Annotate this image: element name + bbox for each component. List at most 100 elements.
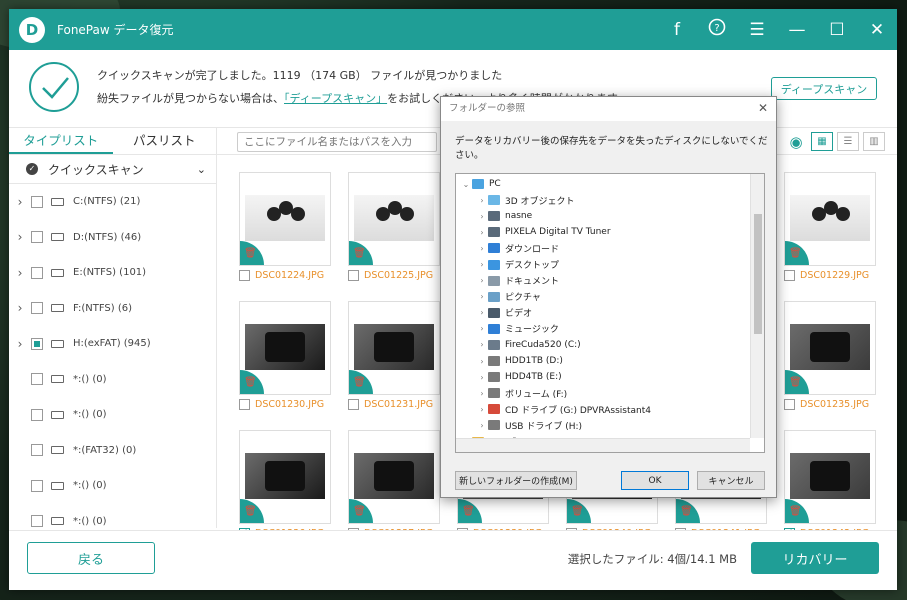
trash-icon[interactable]: 🗑: [458, 499, 482, 523]
drive-checkbox[interactable]: [31, 373, 43, 386]
file-card[interactable]: 🗑✓DSC01236.JPG: [239, 430, 331, 530]
trash-icon[interactable]: 🗑: [785, 370, 809, 394]
maximize-icon[interactable]: ☐: [827, 20, 847, 40]
chevron-down-icon[interactable]: ⌄: [460, 180, 472, 189]
horizontal-scrollbar[interactable]: [456, 438, 750, 452]
feedback-icon[interactable]: ?: [707, 18, 727, 41]
folder-tree-item[interactable]: › デスクトップ: [456, 256, 750, 272]
search-input[interactable]: [237, 132, 437, 152]
cancel-button[interactable]: キャンセル: [697, 471, 765, 490]
chevron-right-icon[interactable]: ›: [9, 230, 31, 244]
chevron-right-icon[interactable]: ›: [9, 266, 31, 280]
trash-icon[interactable]: 🗑: [567, 499, 591, 523]
folder-tree-item[interactable]: › ミュージック: [456, 321, 750, 337]
drive-item[interactable]: › E:(NTFS) (101): [9, 255, 216, 291]
drive-checkbox[interactable]: [31, 302, 43, 315]
tab-type-list[interactable]: タイプリスト: [9, 128, 113, 154]
folder-tree[interactable]: ⌄ PC › 3D オブジェクト › nasne › PIXELA Digital TV Tu…: [455, 173, 765, 453]
file-thumbnail[interactable]: 🗑: [239, 172, 331, 266]
chevron-right-icon[interactable]: ›: [476, 260, 488, 269]
chevron-right-icon[interactable]: ›: [476, 357, 488, 366]
deep-scan-button[interactable]: ディープスキャン: [771, 77, 877, 100]
file-checkbox[interactable]: [348, 270, 359, 281]
file-card[interactable]: 🗑 DSC01224.JPG: [239, 172, 331, 281]
file-thumbnail[interactable]: 🗑: [348, 172, 440, 266]
chevron-right-icon[interactable]: ›: [9, 195, 31, 209]
chevron-right-icon[interactable]: ›: [476, 292, 488, 301]
chevron-right-icon[interactable]: ›: [476, 308, 488, 317]
trash-icon[interactable]: 🗑: [785, 241, 809, 265]
chevron-right-icon[interactable]: ›: [9, 301, 31, 315]
file-card[interactable]: 🗑 DSC01230.JPG: [239, 301, 331, 410]
drive-checkbox[interactable]: [31, 479, 43, 492]
chevron-right-icon[interactable]: ›: [9, 337, 31, 351]
quick-scan-header[interactable]: ✓ クイックスキャン ⌄: [9, 155, 216, 184]
folder-tree-item[interactable]: › ダウンロード: [456, 240, 750, 256]
ok-button[interactable]: OK: [621, 471, 689, 490]
recover-button[interactable]: リカバリー: [751, 542, 879, 574]
drive-item[interactable]: › D:(NTFS) (46): [9, 220, 216, 256]
trash-icon[interactable]: 🗑: [349, 370, 373, 394]
chevron-right-icon[interactable]: ›: [476, 228, 488, 237]
file-checkbox[interactable]: [348, 399, 359, 410]
chevron-right-icon[interactable]: ›: [476, 196, 488, 205]
chevron-right-icon[interactable]: ›: [476, 421, 488, 430]
folder-tree-item[interactable]: › FireCuda520 (C:): [456, 337, 750, 353]
chevron-right-icon[interactable]: ›: [476, 324, 488, 333]
folder-tree-item[interactable]: › ピクチャ: [456, 289, 750, 305]
file-checkbox[interactable]: [239, 399, 250, 410]
folder-tree-item[interactable]: › ボリューム (F:): [456, 385, 750, 401]
chevron-right-icon[interactable]: ›: [476, 389, 488, 398]
drive-item[interactable]: › H:(exFAT) (945): [9, 326, 216, 362]
list-view-icon[interactable]: ☰: [837, 132, 859, 151]
drive-checkbox[interactable]: [31, 444, 43, 457]
drive-checkbox[interactable]: [31, 266, 43, 279]
menu-icon[interactable]: ☰: [747, 20, 767, 40]
minimize-icon[interactable]: —: [787, 20, 807, 40]
file-checkbox[interactable]: [784, 270, 795, 281]
drive-item[interactable]: *:() (0): [9, 468, 216, 504]
file-thumbnail[interactable]: 🗑: [784, 172, 876, 266]
folder-tree-item[interactable]: › ビデオ: [456, 305, 750, 321]
drive-checkbox[interactable]: [31, 195, 43, 208]
file-thumbnail[interactable]: 🗑: [348, 301, 440, 395]
folder-tree-item[interactable]: › nasne: [456, 208, 750, 224]
file-thumbnail[interactable]: 🗑: [348, 430, 440, 524]
chevron-right-icon[interactable]: ›: [476, 276, 488, 285]
chevron-right-icon[interactable]: ›: [476, 244, 488, 253]
back-button[interactable]: 戻る: [27, 542, 155, 574]
trash-icon[interactable]: 🗑: [785, 499, 809, 523]
trash-icon[interactable]: 🗑: [240, 370, 264, 394]
chevron-right-icon[interactable]: ›: [476, 373, 488, 382]
facebook-icon[interactable]: f: [667, 20, 687, 40]
close-icon[interactable]: ✕: [758, 101, 768, 115]
drive-checkbox[interactable]: [31, 408, 43, 421]
folder-tree-item[interactable]: › PIXELA Digital TV Tuner: [456, 224, 750, 240]
folder-tree-item[interactable]: › ドキュメント: [456, 273, 750, 289]
file-checkbox[interactable]: [784, 399, 795, 410]
drive-item[interactable]: *:() (0): [9, 362, 216, 398]
chevron-down-icon[interactable]: ⌄: [197, 163, 206, 176]
file-card[interactable]: 🗑 DSC01225.JPG: [348, 172, 440, 281]
grid-view-icon[interactable]: ▦: [811, 132, 833, 151]
chevron-right-icon[interactable]: ›: [476, 212, 488, 221]
trash-icon[interactable]: 🗑: [349, 241, 373, 265]
file-thumbnail[interactable]: 🗑: [239, 430, 331, 524]
file-thumbnail[interactable]: 🗑: [784, 430, 876, 524]
trash-icon[interactable]: 🗑: [676, 499, 700, 523]
chevron-right-icon[interactable]: ›: [476, 405, 488, 414]
file-card[interactable]: 🗑 DSC01229.JPG: [784, 172, 876, 281]
drive-item[interactable]: *:() (0): [9, 397, 216, 433]
file-card[interactable]: 🗑 DSC01235.JPG: [784, 301, 876, 410]
trash-icon[interactable]: 🗑: [240, 241, 264, 265]
drive-item[interactable]: › C:(NTFS) (21): [9, 184, 216, 220]
file-checkbox[interactable]: [239, 270, 250, 281]
drive-checkbox[interactable]: [31, 231, 43, 244]
vertical-scrollbar[interactable]: [750, 174, 764, 438]
drive-checkbox[interactable]: [31, 337, 43, 350]
preview-eye-icon[interactable]: ◉: [785, 132, 807, 151]
deep-scan-link[interactable]: 「ディープスキャン」: [284, 92, 387, 105]
folder-tree-item[interactable]: › HDD4TB (E:): [456, 369, 750, 385]
drive-item[interactable]: › F:(NTFS) (6): [9, 291, 216, 327]
trash-icon[interactable]: 🗑: [240, 499, 264, 523]
